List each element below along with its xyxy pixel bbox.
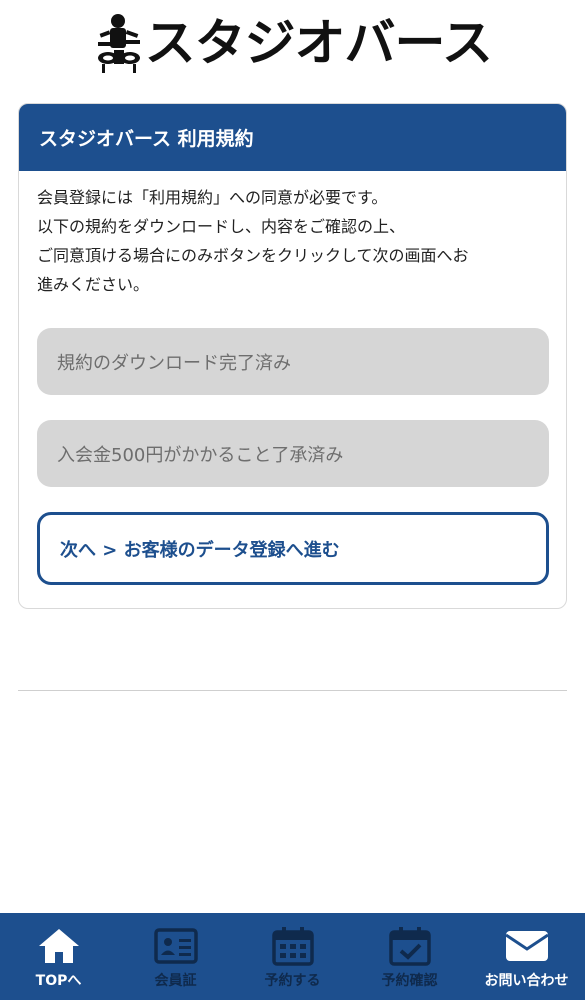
- mail-icon: [504, 931, 549, 961]
- admission-fee-agree-label: 入会金500円がかかること了承済み: [57, 444, 344, 466]
- id-card-icon: [153, 928, 198, 964]
- drummer-logo-icon: [98, 14, 141, 73]
- tab-top-label: TOPへ: [35, 973, 82, 989]
- download-complete-label: 規約のダウンロード完了済み: [57, 352, 291, 374]
- terms-card-title: スタジオバース 利用規約: [19, 104, 566, 171]
- terms-card: スタジオバース 利用規約 会員登録には「利用規約」への同意が必要です。 以下の規…: [18, 103, 567, 609]
- intro-line: 以下の規約をダウンロードし、内容をご確認の上、: [37, 217, 406, 236]
- bottom-tab-bar: TOPへ 会員証 予約する 予約確認 お問い合わせ: [0, 913, 585, 1000]
- logo[interactable]: スタジオバース: [96, 12, 493, 74]
- home-icon: [38, 929, 79, 963]
- tab-member-card[interactable]: 会員証: [117, 913, 234, 1000]
- next-to-registration-button[interactable]: 次へ > お客様のデータ登録へ進む: [37, 512, 549, 585]
- app-header: スタジオバース: [0, 0, 585, 86]
- tab-reserve[interactable]: 予約する: [234, 913, 351, 1000]
- tab-reserve-label: 予約する: [264, 973, 321, 989]
- tab-contact-label: お問い合わせ: [484, 973, 569, 989]
- calendar-check-icon: [388, 927, 431, 966]
- intro-line: 会員登録には「利用規約」への同意が必要です。: [37, 188, 388, 207]
- logo-text: スタジオバース: [144, 14, 493, 72]
- tab-member-card-label: 会員証: [154, 973, 197, 989]
- tab-top[interactable]: TOPへ: [0, 913, 117, 1000]
- terms-intro-text: 会員登録には「利用規約」への同意が必要です。 以下の規約をダウンロードし、内容を…: [37, 183, 548, 299]
- intro-line: ご同意頂ける場合にのみボタンをクリックして次の画面へお: [37, 246, 469, 265]
- intro-line: 進みください。: [37, 275, 150, 294]
- tab-reservation-check-label: 予約確認: [381, 973, 438, 989]
- tab-contact[interactable]: お問い合わせ: [468, 913, 585, 1000]
- terms-card-body: 会員登録には「利用規約」への同意が必要です。 以下の規約をダウンロードし、内容を…: [19, 171, 566, 299]
- tab-reservation-check[interactable]: 予約確認: [351, 913, 468, 1000]
- admission-fee-agree-button[interactable]: 入会金500円がかかること了承済み: [37, 420, 549, 487]
- download-complete-button[interactable]: 規約のダウンロード完了済み: [37, 328, 549, 395]
- calendar-icon: [271, 927, 314, 966]
- next-to-registration-label: 次へ > お客様のデータ登録へ進む: [60, 539, 340, 561]
- section-divider: [18, 690, 567, 691]
